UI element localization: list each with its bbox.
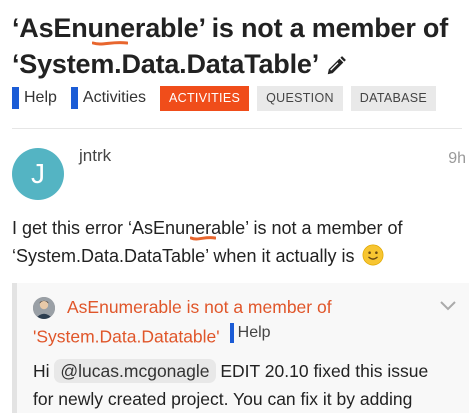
topic-title-line-2: ‘System.Data.DataTable’: [12, 49, 320, 79]
quote-text-suffix: EDIT 20.10 fixed this issue: [220, 361, 429, 381]
topic-title: ‘AsEnunerable’ is not a member of ‘Syste…: [12, 10, 467, 86]
category-color-bar: [12, 87, 19, 109]
quoted-post[interactable]: AsEnumerable is not a member of 'System.…: [12, 283, 469, 413]
quoted-topic-title-line-1: AsEnumerable is not a member of: [67, 297, 332, 317]
quote-category-help[interactable]: Help: [229, 320, 271, 345]
category-color-bar: [70, 87, 78, 109]
user-mention[interactable]: @lucas.mcgonagle: [54, 359, 216, 383]
quote-text-prefix: Hi: [33, 361, 50, 381]
category-help[interactable]: Help: [12, 87, 57, 109]
topic-title-line-1: ‘AsEnunerable’ is not a member of: [12, 13, 449, 43]
quote-category-label: Help: [237, 324, 271, 341]
slightly-smiling-face-icon: [362, 244, 384, 274]
quote-text-line-2: for newly created project. You can fix i…: [33, 389, 413, 409]
pencil-icon[interactable]: [325, 50, 347, 86]
tag-question[interactable]: QUESTION: [257, 85, 343, 111]
quoted-post-text: Hi @lucas.mcgonagle EDIT 20.10 fixed thi…: [33, 357, 463, 413]
spellcheck-underline: [92, 41, 128, 46]
post-username[interactable]: jntrk: [79, 146, 111, 166]
spellcheck-underline: [190, 236, 216, 241]
subcategory-label: Activities: [82, 89, 147, 106]
chevron-down-icon[interactable]: [439, 299, 457, 317]
topic-tags: Help Activities ACTIVITIES QUESTION DATA…: [12, 85, 444, 111]
quoted-topic-title[interactable]: AsEnumerable is not a member of 'System.…: [33, 295, 433, 350]
post-timestamp[interactable]: 9h: [448, 150, 466, 168]
divider: [12, 128, 462, 129]
tag-activities[interactable]: ACTIVITIES: [160, 85, 250, 111]
avatar[interactable]: J: [12, 148, 64, 200]
category-activities[interactable]: Activities: [70, 87, 147, 109]
quoted-topic-title-line-2: 'System.Data.Datatable': [33, 326, 220, 347]
category-label: Help: [24, 89, 57, 106]
category-color-bar: [229, 322, 234, 343]
post-body: I get this error ‘AsEnunerable’ is not a…: [12, 214, 467, 274]
tag-database[interactable]: DATABASE: [350, 85, 437, 111]
post-body-line-2: ‘System.Data.DataTable’ when it actually…: [12, 246, 355, 266]
